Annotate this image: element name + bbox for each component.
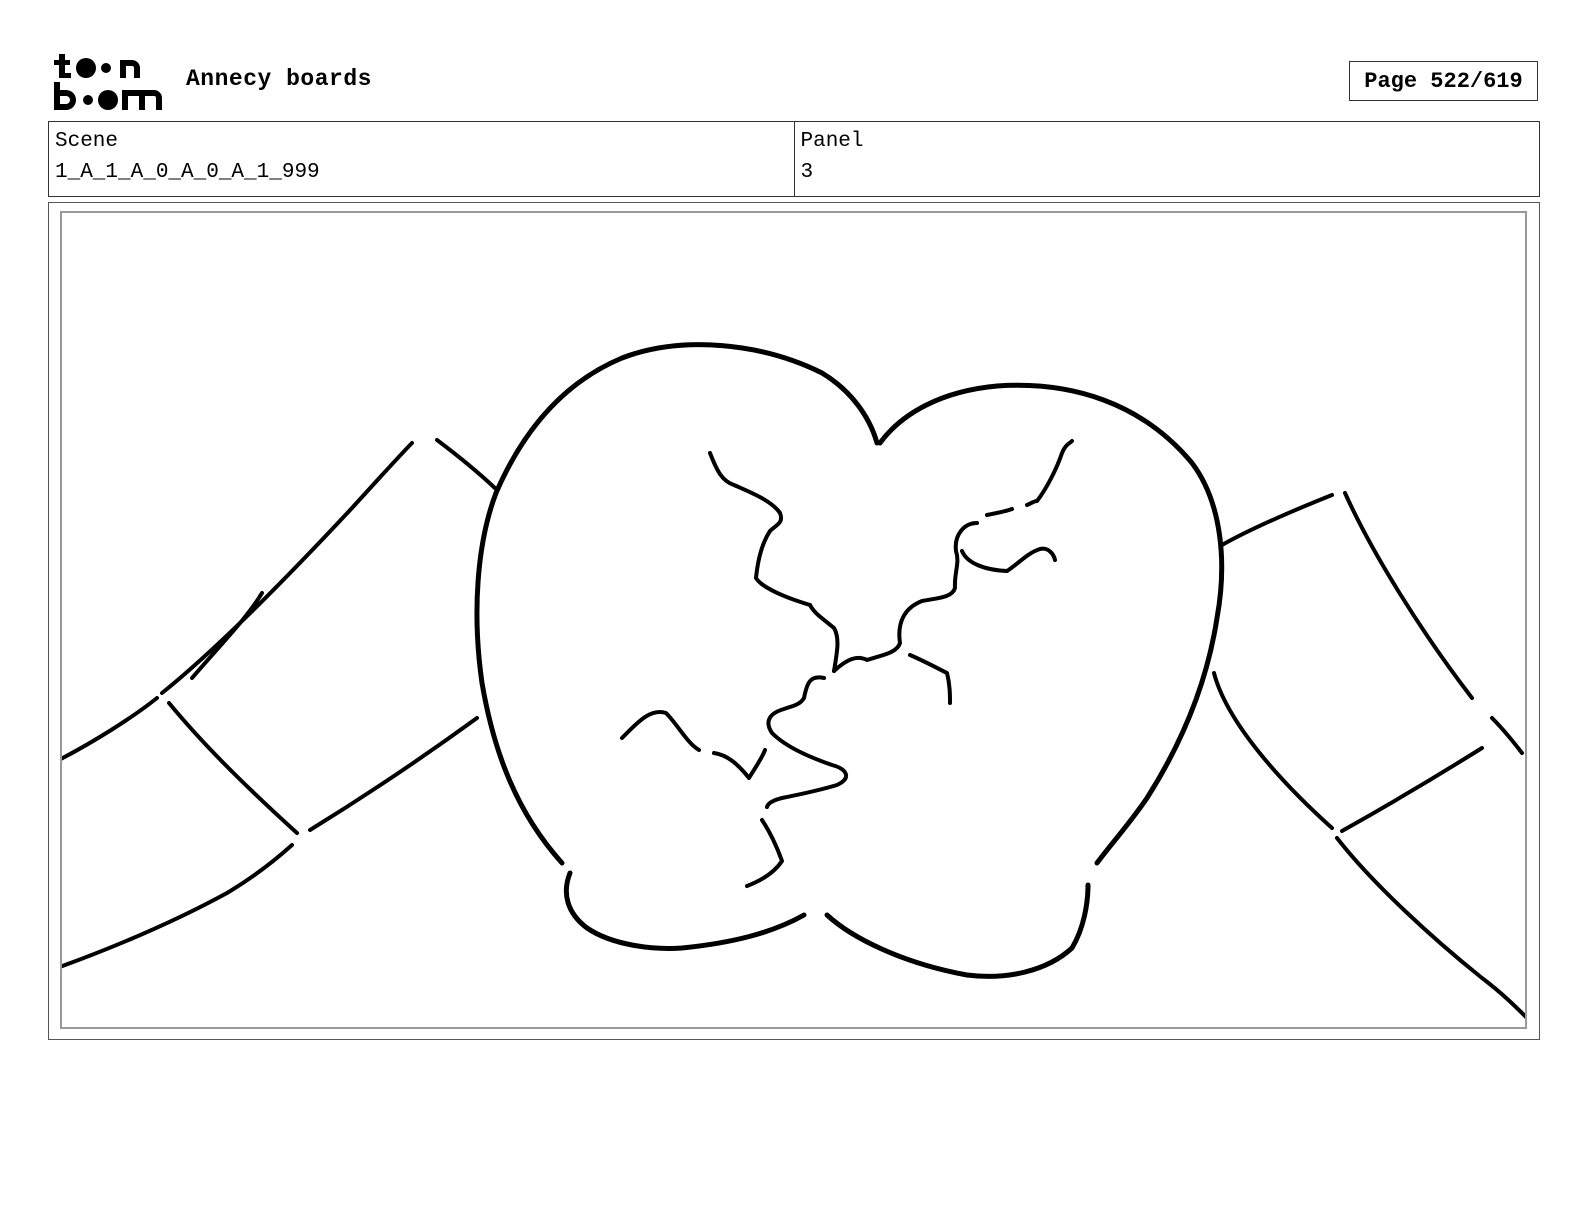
page-indicator: Page 522/619 (1349, 61, 1538, 101)
page-number-label: Page 522/619 (1364, 68, 1523, 94)
left-strap-lines (62, 438, 499, 969)
scene-panel-info: Scene 1_A_1_A_0_A_0_A_1_999 Panel 3 (48, 121, 1540, 197)
right-strap-lines (1212, 491, 1525, 1019)
panel-value: 3 (800, 161, 814, 184)
toon-boom-logo-icon (54, 54, 162, 110)
storyboard-panel-frame (48, 202, 1540, 1040)
panel-label: Panel (800, 130, 864, 153)
project-title: Annecy boards (186, 66, 372, 92)
storyboard-panel-canvas[interactable] (60, 211, 1527, 1029)
scene-cell: Scene 1_A_1_A_0_A_0_A_1_999 (49, 122, 794, 196)
cracked-heart-sketch-icon (62, 342, 1525, 1019)
toon-boom-logo (52, 50, 164, 112)
scene-label: Scene (55, 130, 119, 153)
heart-cracks (620, 439, 1074, 888)
scene-value: 1_A_1_A_0_A_0_A_1_999 (55, 161, 320, 184)
panel-cell: Panel 3 (793, 122, 1540, 196)
